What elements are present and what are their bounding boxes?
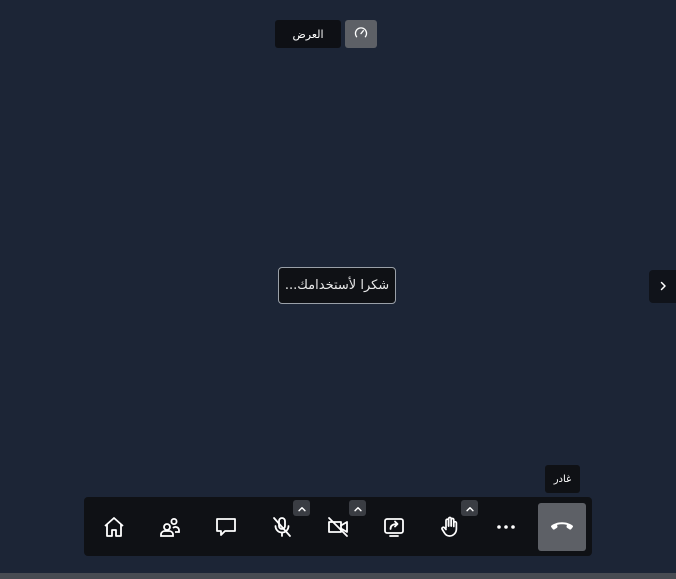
camera-options-button[interactable]	[349, 500, 366, 516]
leave-tooltip-text: غادر	[553, 473, 572, 485]
thank-you-message-text: ...شكرا لأستخدامك	[284, 278, 390, 293]
chevron-up-icon	[465, 499, 475, 518]
more-options-button[interactable]	[482, 503, 530, 551]
raise-hand-options-button[interactable]	[461, 500, 478, 516]
bottom-edge	[0, 573, 676, 579]
chevron-up-icon	[353, 499, 363, 518]
home-button[interactable]	[90, 503, 138, 551]
participants-icon	[158, 515, 182, 539]
view-button[interactable]: العرض	[275, 20, 341, 48]
gauge-icon	[354, 25, 368, 44]
chat-button[interactable]	[202, 503, 250, 551]
meeting-toolbar	[84, 497, 592, 556]
share-screen-icon	[382, 515, 406, 539]
home-icon	[102, 515, 126, 539]
meeting-stage: العرض ...شكرا لأستخدامك غادر	[0, 0, 676, 579]
share-screen-button[interactable]	[370, 503, 418, 551]
more-options-icon	[494, 515, 518, 539]
chat-icon	[214, 515, 238, 539]
leave-tooltip: غادر	[545, 465, 580, 493]
chevron-up-icon	[297, 499, 307, 518]
side-panel-toggle[interactable]	[649, 270, 676, 303]
chevron-right-icon	[657, 277, 669, 296]
microphone-muted-icon	[270, 515, 294, 539]
participants-button[interactable]	[146, 503, 194, 551]
microphone-options-button[interactable]	[293, 500, 310, 516]
view-button-label: العرض	[292, 27, 324, 41]
connection-speed-button[interactable]	[345, 20, 377, 48]
thank-you-message: ...شكرا لأستخدامك	[278, 267, 396, 304]
hang-up-icon	[549, 512, 575, 542]
leave-meeting-button[interactable]	[538, 503, 586, 551]
camera-off-icon	[326, 515, 350, 539]
raise-hand-icon	[438, 515, 462, 539]
